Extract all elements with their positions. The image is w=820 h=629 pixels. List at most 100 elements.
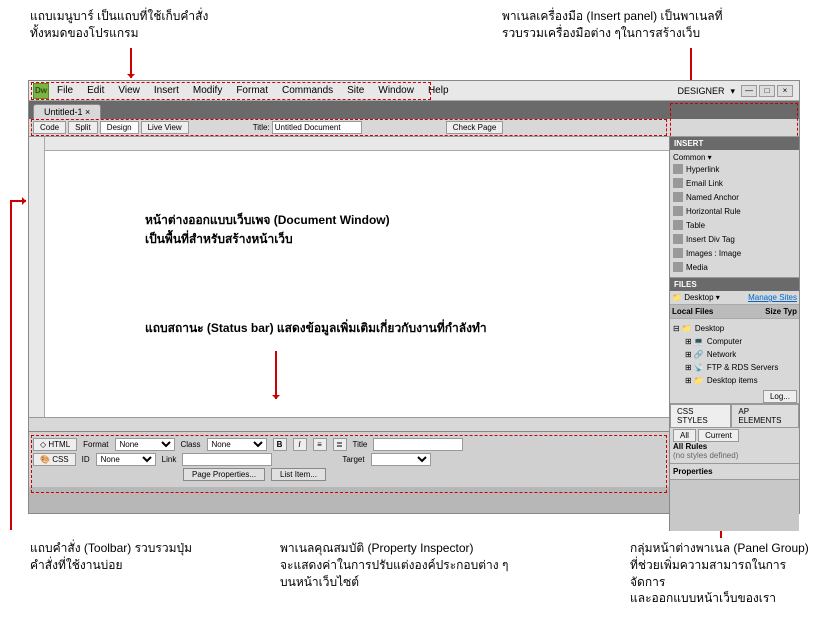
css-panel: CSS STYLES AP ELEMENTS All Current All R… — [670, 404, 799, 464]
css-all-button[interactable]: All — [673, 429, 696, 442]
annotation-toolbar: แถบคำสั่ง (Toolbar) รวบรวมปุ่ม คำสั่งที่… — [30, 540, 192, 574]
ul-button[interactable]: ≡ — [313, 438, 327, 451]
annotation-insert-panel: พาเนลเครื่องมือ (Insert panel) เป็นพาเนล… — [502, 8, 723, 42]
insert-named-anchor[interactable]: Named Anchor — [673, 190, 796, 204]
class-label: Class — [181, 440, 201, 449]
properties-panel-collapsed[interactable]: Properties — [670, 464, 799, 480]
files-panel: FILES 📁 Desktop ▾ Manage Sites Local Fil… — [670, 278, 799, 404]
table-icon — [673, 220, 683, 230]
hyperlink-icon — [673, 164, 683, 174]
insert-hr[interactable]: Horizontal Rule — [673, 204, 796, 218]
menu-format[interactable]: Format — [230, 83, 274, 98]
menubar: Dw File Edit View Insert Modify Format C… — [29, 81, 799, 101]
check-page-button[interactable]: Check Page — [446, 121, 504, 134]
prop-html-tab[interactable]: ◇ HTML — [33, 438, 77, 451]
div-icon — [673, 234, 683, 244]
minimize-button[interactable]: — — [741, 85, 757, 97]
tab-ap-elements[interactable]: AP ELEMENTS — [731, 404, 799, 428]
ruler-vertical — [29, 137, 45, 417]
target-label: Target — [342, 455, 364, 464]
arrow-menubar — [130, 48, 132, 78]
arrow-status — [275, 351, 277, 399]
title-input[interactable] — [272, 121, 362, 134]
insert-image[interactable]: Images : Image — [673, 246, 796, 260]
tree-network[interactable]: ⊞ 🔗 Network — [673, 348, 796, 361]
maximize-button[interactable]: □ — [759, 85, 775, 97]
insert-table[interactable]: Table — [673, 218, 796, 232]
menu-site[interactable]: Site — [341, 83, 370, 98]
status-bar-caption: แถบสถานะ (Status bar) แสดงข้อมูลเพิ่มเติ… — [145, 319, 699, 338]
files-source-select[interactable]: 📁 Desktop ▾ — [672, 293, 720, 302]
page-properties-button[interactable]: Page Properties... — [183, 468, 265, 481]
prop-title-label: Title — [353, 440, 368, 449]
insert-panel-header[interactable]: INSERT — [670, 137, 799, 150]
search-icon[interactable]: ▾ — [730, 86, 735, 97]
tab-css-styles[interactable]: CSS STYLES — [670, 404, 731, 428]
arrow-toolbar-line — [10, 200, 12, 530]
id-label: ID — [82, 455, 90, 464]
live-view-button[interactable]: Live View — [141, 121, 189, 134]
anchor-icon — [673, 192, 683, 202]
bold-button[interactable]: B — [273, 438, 287, 451]
insert-hyperlink[interactable]: Hyperlink — [673, 162, 796, 176]
all-rules-label: All Rules — [673, 442, 796, 451]
menu-window[interactable]: Window — [372, 83, 420, 98]
menu-commands[interactable]: Commands — [276, 83, 339, 98]
email-icon — [673, 178, 683, 188]
doc-window-caption: หน้าต่างออกแบบเว็บเพจ (Document Window) … — [145, 211, 699, 249]
no-styles-label: (no styles defined) — [673, 451, 796, 460]
dw-app-icon[interactable]: Dw — [33, 83, 49, 99]
menu-edit[interactable]: Edit — [81, 83, 110, 98]
tree-ftp[interactable]: ⊞ 📡 FTP & RDS Servers — [673, 361, 796, 374]
col-type: Typ — [783, 307, 797, 316]
hr-icon — [673, 206, 683, 216]
workspace-switcher[interactable]: DESIGNER — [677, 86, 724, 96]
col-local-files: Local Files — [672, 307, 713, 316]
media-icon — [673, 262, 683, 272]
class-select[interactable]: None — [207, 438, 267, 451]
files-panel-header[interactable]: FILES — [670, 278, 799, 291]
insert-group-selector[interactable]: Common ▾ — [673, 153, 796, 162]
annotation-menubar: แถบเมนูบาร์ เป็นแถบที่ใช้เก็บคำสั่ง ทั้ง… — [30, 8, 208, 42]
prop-css-tab[interactable]: 🎨 CSS — [33, 453, 76, 466]
manage-sites-link[interactable]: Manage Sites — [748, 293, 797, 302]
menu-view[interactable]: View — [112, 83, 146, 98]
annotation-panel-group: กลุ่มหน้าต่างพาเนล (Panel Group) ที่ช่วย… — [630, 540, 820, 607]
title-label: Title: — [253, 123, 270, 132]
view-split-button[interactable]: Split — [68, 121, 98, 134]
view-code-button[interactable]: Code — [33, 121, 66, 134]
tree-desktop-items[interactable]: ⊞ 📁 Desktop items — [673, 374, 796, 387]
close-button[interactable]: × — [777, 85, 793, 97]
tab-untitled[interactable]: Untitled-1 × — [33, 104, 101, 119]
format-label: Format — [83, 440, 108, 449]
insert-media[interactable]: Media — [673, 260, 796, 274]
ol-button[interactable]: ≣ — [333, 438, 347, 451]
tree-computer[interactable]: ⊞ 💻 Computer — [673, 335, 796, 348]
annotation-prop-insp: พาเนลคุณสมบัติ (Property Inspector) จะแส… — [280, 540, 508, 590]
italic-button[interactable]: I — [293, 438, 307, 451]
document-toolbar: Code Split Design Live View Title: Check… — [29, 119, 799, 137]
arrow-toolbar — [10, 200, 26, 202]
link-input[interactable] — [182, 453, 272, 466]
log-button[interactable]: Log... — [763, 390, 797, 403]
insert-div[interactable]: Insert Div Tag — [673, 232, 796, 246]
prop-title-input[interactable] — [373, 438, 463, 451]
link-label: Link — [162, 455, 177, 464]
menu-modify[interactable]: Modify — [187, 83, 228, 98]
css-current-button[interactable]: Current — [698, 429, 739, 442]
insert-panel: INSERT Common ▾ Hyperlink Email Link Nam… — [670, 137, 799, 278]
list-item-button[interactable]: List Item... — [271, 468, 326, 481]
document-window: หน้าต่างออกแบบเว็บเพจ (Document Window) … — [29, 137, 799, 417]
tree-desktop[interactable]: ⊟ 📁 Desktop — [673, 322, 796, 335]
target-select[interactable] — [371, 453, 431, 466]
menu-insert[interactable]: Insert — [148, 83, 185, 98]
id-select[interactable]: None — [96, 453, 156, 466]
menu-help[interactable]: Help — [422, 83, 455, 98]
view-design-button[interactable]: Design — [100, 121, 139, 134]
menu-file[interactable]: File — [51, 83, 79, 98]
document-tabbar: Untitled-1 × — [29, 101, 799, 119]
format-select[interactable]: None — [115, 438, 175, 451]
insert-email-link[interactable]: Email Link — [673, 176, 796, 190]
col-size: Size — [765, 307, 781, 316]
panel-group: INSERT Common ▾ Hyperlink Email Link Nam… — [669, 137, 799, 531]
